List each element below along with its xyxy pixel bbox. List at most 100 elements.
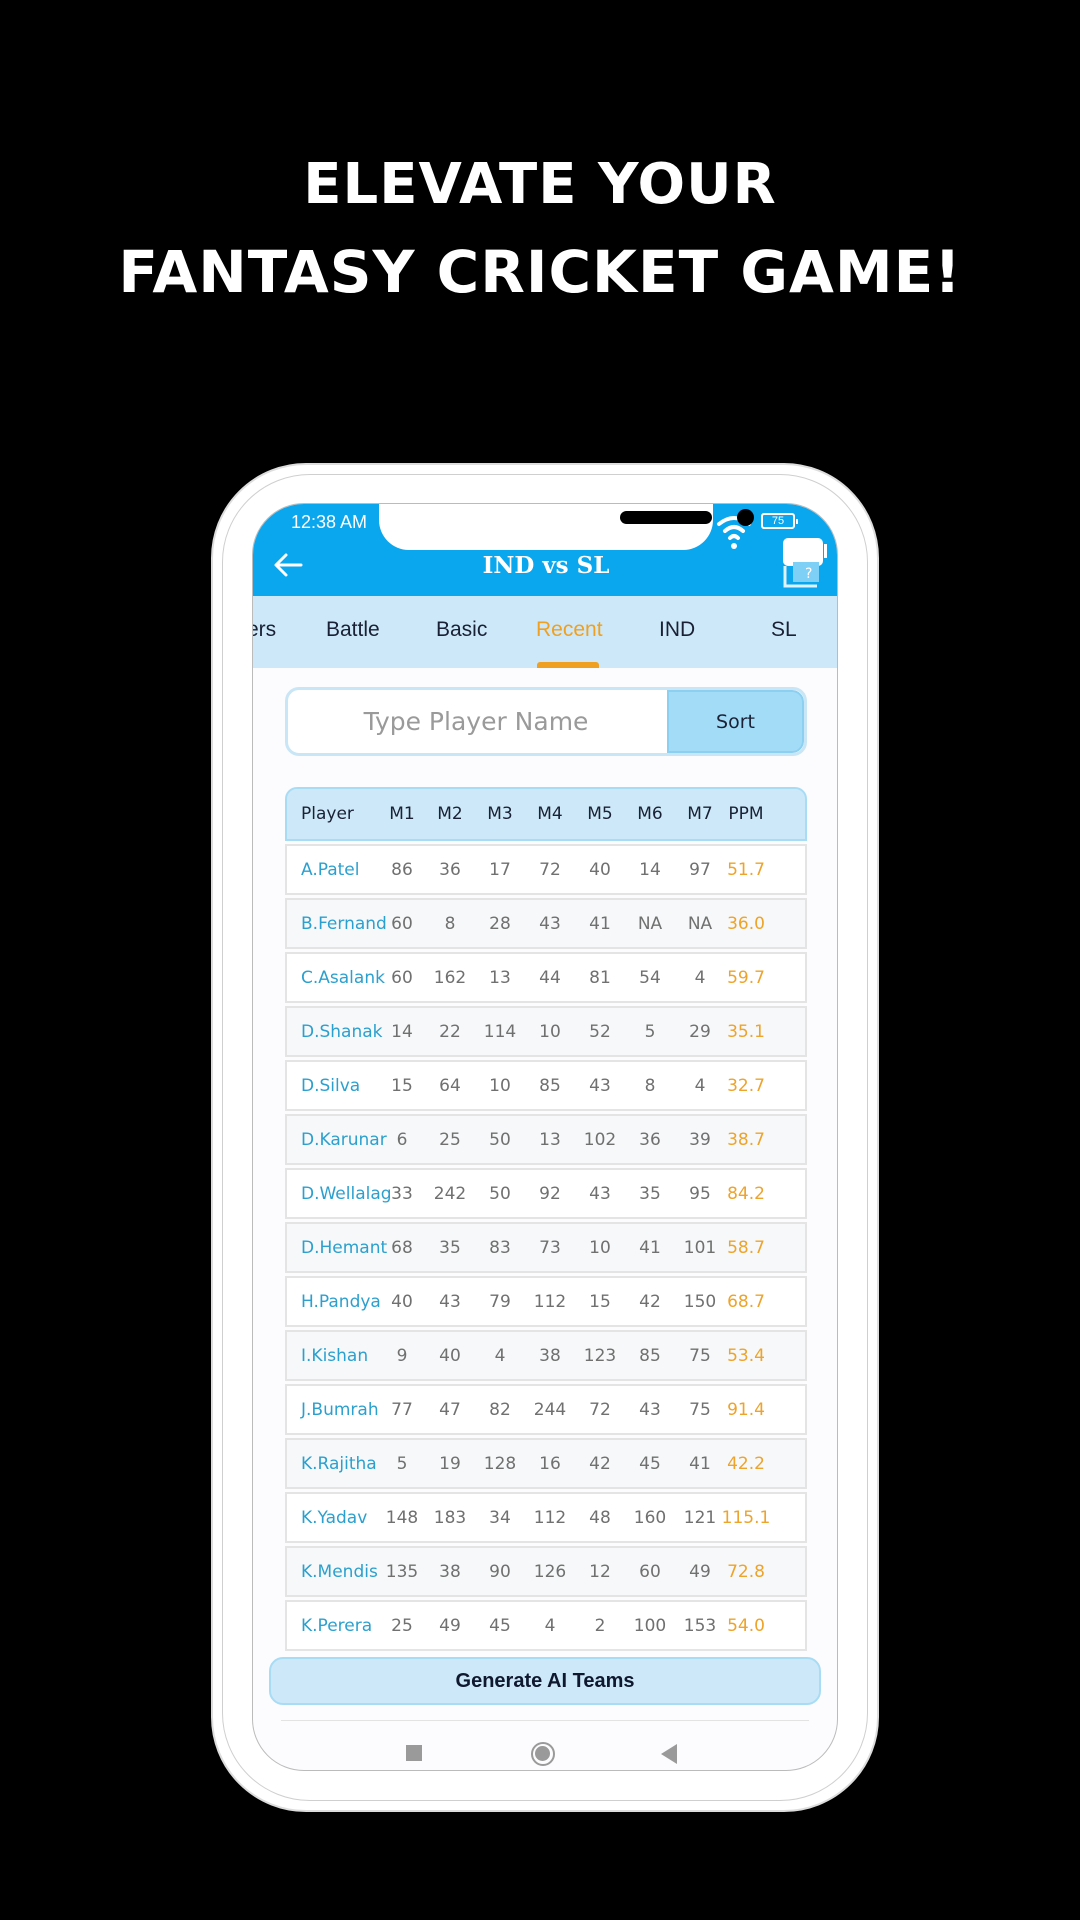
cell-m7: 4 [694,1075,706,1096]
cell-m4: 43 [539,913,561,934]
tab-players[interactable]: ers [253,618,276,642]
svg-text:?: ? [805,566,812,582]
app-screen: 12:38 AM 75 IND vs SL ? ers Battle Basic… [252,503,838,1771]
cell-player: D.Silva [301,1075,361,1096]
table-row[interactable]: A.Patel 86 36 17 72 40 14 97 51.7 [285,844,807,895]
tab-sl[interactable]: SL [771,618,797,642]
column-header-m6: M6 [637,804,663,824]
cell-m5: 41 [589,913,611,934]
table-row[interactable]: I.Kishan 9 40 4 38 123 85 75 53.4 [285,1330,807,1381]
cell-m7: 41 [689,1453,711,1474]
table-row[interactable]: C.Asalank 60 162 13 44 81 54 4 59.7 [285,952,807,1003]
table-row[interactable]: J.Bumrah 77 47 82 244 72 43 75 91.4 [285,1384,807,1435]
cell-m6: 36 [639,1129,661,1150]
cell-m1: 15 [391,1075,413,1096]
phone-notch [379,504,754,550]
table-row[interactable]: D.Shanak 14 22 114 10 52 5 29 35.1 [285,1006,807,1057]
battery-icon: 75 [761,513,798,529]
cell-m1: 33 [391,1183,413,1204]
cell-m6: 41 [639,1237,661,1258]
cell-m2: 162 [433,967,467,988]
table-header-row: Player M1 M2 M3 M4 M5 M6 M7 PPM [285,787,807,841]
tab-battle[interactable]: Battle [326,618,380,642]
sort-button[interactable]: Sort [667,690,804,753]
cell-m4: 44 [539,967,561,988]
cell-ppm: 115.1 [721,1507,771,1528]
help-icon[interactable]: ? [781,536,827,590]
cell-m6: 54 [639,967,661,988]
cell-ppm: 53.4 [727,1345,765,1366]
cell-m2: 64 [439,1075,461,1096]
cell-m2: 22 [439,1021,461,1042]
cell-player: C.Asalank [301,967,385,988]
table-row[interactable]: D.Hemant 68 35 83 73 10 41 101 58.7 [285,1222,807,1273]
cell-m5: 42 [589,1453,611,1474]
back-nav-icon[interactable] [661,1744,677,1764]
generate-ai-teams-button[interactable]: Generate AI Teams [269,1657,821,1705]
cell-m1: 68 [391,1237,413,1258]
cell-m3: 45 [489,1615,511,1636]
table-row[interactable]: K.Mendis 135 38 90 126 12 60 49 72.8 [285,1546,807,1597]
cell-m4: 72 [539,859,561,880]
cell-m7: 150 [683,1291,717,1312]
cell-m1: 135 [385,1561,419,1582]
cell-m4: 16 [539,1453,561,1474]
cell-m4: 126 [533,1561,567,1582]
recents-nav-icon[interactable] [406,1745,422,1761]
active-tab-indicator [537,662,599,668]
cell-m3: 34 [489,1507,511,1528]
column-header-m2: M2 [437,804,463,824]
table-row[interactable]: K.Rajitha 5 19 128 16 42 45 41 42.2 [285,1438,807,1489]
table-row[interactable]: D.Karunar 6 25 50 13 102 36 39 38.7 [285,1114,807,1165]
cell-player: D.Hemant [301,1237,388,1258]
cell-m5: 123 [583,1345,617,1366]
column-header-m3: M3 [487,804,513,824]
cell-ppm: 36.0 [727,913,765,934]
cell-ppm: 51.7 [727,859,765,880]
cell-m2: 36 [439,859,461,880]
cell-m5: 43 [589,1075,611,1096]
cell-m6: 160 [633,1507,667,1528]
cell-player: A.Patel [301,859,360,880]
table-row[interactable]: D.Silva 15 64 10 85 43 8 4 32.7 [285,1060,807,1111]
home-nav-icon[interactable] [531,1742,555,1766]
table-row[interactable]: K.Yadav 148 183 34 112 48 160 121 115.1 [285,1492,807,1543]
table-row[interactable]: H.Pandya 40 43 79 112 15 42 150 68.7 [285,1276,807,1327]
column-header-m1: M1 [389,804,415,824]
table-row[interactable]: D.Wellalag 33 242 50 92 43 35 95 84.2 [285,1168,807,1219]
cell-m1: 60 [391,913,413,934]
column-header-m4: M4 [537,804,563,824]
table-row[interactable]: B.Fernand 60 8 28 43 41 NA NA 36.0 [285,898,807,949]
promo-headline-line1: ELEVATE YOUR [303,152,777,217]
column-header-player: Player [301,804,354,824]
tab-recent[interactable]: Recent [536,618,603,642]
cell-m3: 4 [494,1345,506,1366]
cell-m4: 10 [539,1021,561,1042]
cell-m5: 40 [589,859,611,880]
cell-player: K.Yadav [301,1507,368,1528]
cell-m3: 28 [489,913,511,934]
cell-ppm: 68.7 [727,1291,765,1312]
cell-player: K.Mendis [301,1561,378,1582]
cell-m7: 4 [694,967,706,988]
cell-m1: 6 [396,1129,408,1150]
cell-m1: 148 [385,1507,419,1528]
cell-m7: 153 [683,1615,717,1636]
tab-basic[interactable]: Basic [436,618,487,642]
table-row[interactable]: K.Perera 25 49 45 4 2 100 153 54.0 [285,1600,807,1651]
tab-ind[interactable]: IND [659,618,695,642]
player-search-input[interactable] [288,690,664,753]
cell-player: K.Rajitha [301,1453,377,1474]
cell-m3: 82 [489,1399,511,1420]
search-bar: Sort [285,687,807,756]
cell-m7: 29 [689,1021,711,1042]
cell-m4: 85 [539,1075,561,1096]
cell-player: J.Bumrah [301,1399,379,1420]
cell-ppm: 54.0 [727,1615,765,1636]
cell-m2: 49 [439,1615,461,1636]
tab-bar: ers Battle Basic Recent IND SL [253,596,837,668]
cell-player: B.Fernand [301,913,387,934]
cell-player: H.Pandya [301,1291,381,1312]
cell-m5: 10 [589,1237,611,1258]
cell-ppm: 72.8 [727,1561,765,1582]
